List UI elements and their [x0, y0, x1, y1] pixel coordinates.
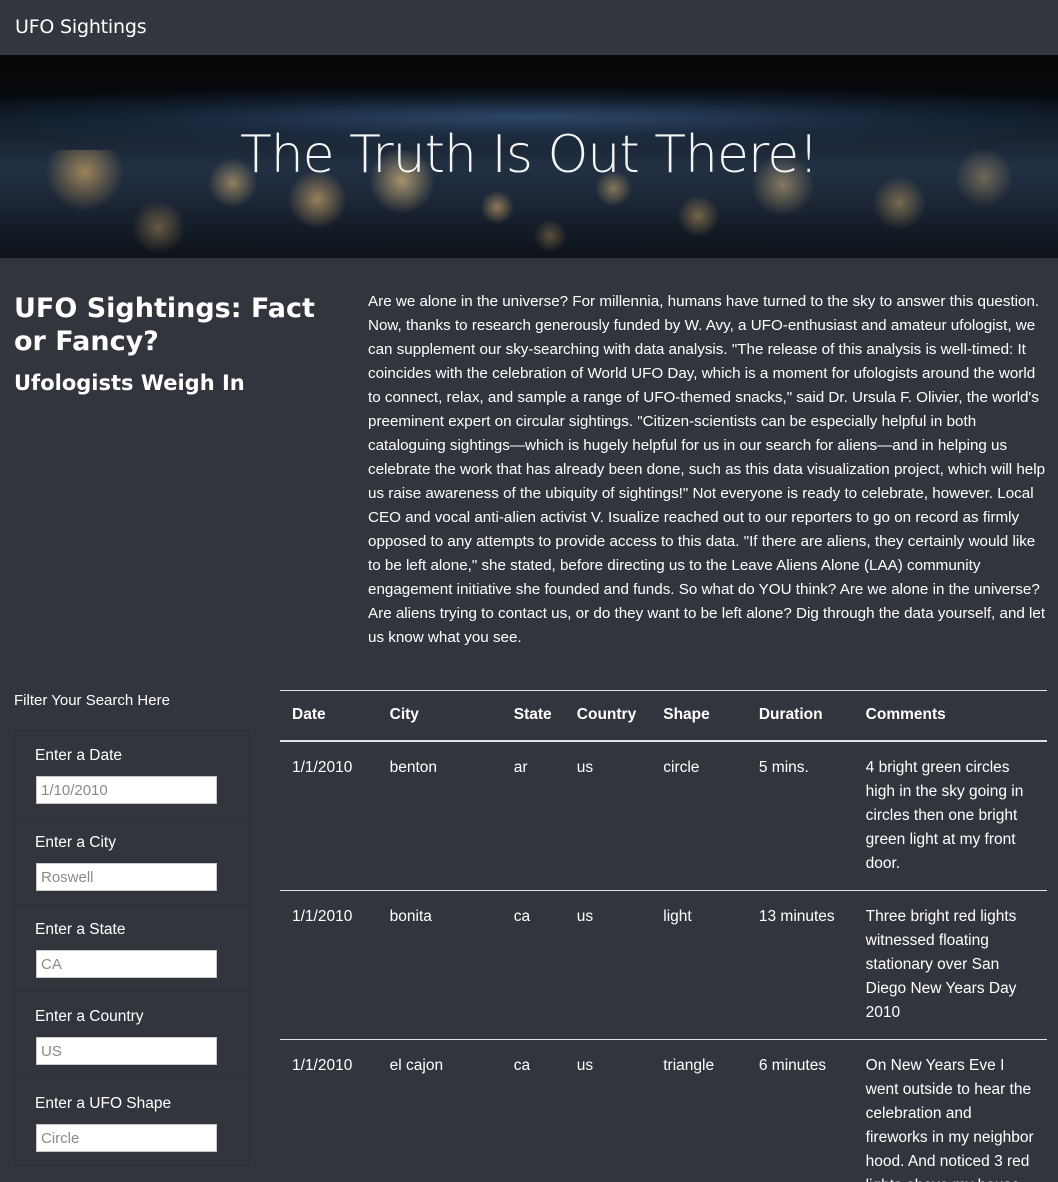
filter-title: Filter Your Search Here: [14, 692, 170, 709]
cell-state: ar: [501, 740, 565, 891]
filter-panel: Enter a Date Enter a City Enter a State …: [14, 730, 250, 1166]
cell-comments: On New Years Eve I went outside to hear …: [853, 1039, 1047, 1182]
sightings-table: Date City State Country Shape Duration C…: [280, 690, 1047, 1182]
cell-city: el cajon: [377, 1039, 502, 1182]
cell-shape: triangle: [651, 1039, 747, 1182]
cell-duration: 13 minutes: [746, 890, 854, 1040]
hero-banner: The Truth Is Out There!: [0, 55, 1058, 258]
cell-shape: circle: [651, 740, 747, 891]
filter-city-label: Enter a City: [35, 834, 116, 851]
cell-country: us: [564, 740, 652, 891]
cell-date: 1/1/2010: [280, 1039, 378, 1182]
table-row: 1/1/2010 benton ar us circle 5 mins. 4 b…: [280, 740, 1047, 891]
filter-shape: Enter a UFO Shape: [15, 1079, 249, 1166]
country-input[interactable]: [36, 1037, 217, 1065]
table-row: 1/1/2010 el cajon ca us triangle 6 minut…: [280, 1039, 1047, 1182]
city-input[interactable]: [36, 863, 217, 891]
header-comments: Comments: [853, 690, 1047, 742]
header-country: Country: [564, 690, 652, 742]
brand-link[interactable]: UFO Sightings: [15, 16, 147, 38]
cell-country: us: [564, 890, 652, 1040]
cell-duration: 6 minutes: [746, 1039, 854, 1182]
hero-title: The Truth Is Out There!: [239, 125, 819, 185]
header-shape: Shape: [651, 690, 747, 742]
cell-shape: light: [651, 890, 747, 1040]
header-duration: Duration: [746, 690, 854, 742]
filter-state: Enter a State: [15, 905, 249, 992]
cell-comments: 4 bright green circles high in the sky g…: [853, 740, 1047, 891]
cell-duration: 5 mins.: [746, 740, 854, 891]
article-subheadline: Ufologists Weigh In: [14, 371, 245, 395]
cell-city: benton: [377, 740, 502, 891]
sightings-table-container: Date City State Country Shape Duration C…: [280, 690, 1047, 1182]
date-input[interactable]: [36, 776, 217, 804]
cell-date: 1/1/2010: [280, 890, 378, 1040]
cell-country: us: [564, 1039, 652, 1182]
cell-city: bonita: [377, 890, 502, 1040]
cell-state: ca: [501, 1039, 565, 1182]
state-input[interactable]: [36, 950, 217, 978]
header-date: Date: [280, 690, 378, 742]
table-row: 1/1/2010 bonita ca us light 13 minutes T…: [280, 890, 1047, 1040]
cell-state: ca: [501, 890, 565, 1040]
header-city: City: [377, 690, 502, 742]
shape-input[interactable]: [36, 1124, 217, 1152]
navbar: UFO Sightings: [0, 0, 1058, 55]
article-body: Are we alone in the universe? For millen…: [368, 293, 1046, 646]
cell-date: 1/1/2010: [280, 740, 378, 891]
filter-shape-label: Enter a UFO Shape: [35, 1095, 172, 1112]
header-state: State: [501, 690, 565, 742]
filter-country: Enter a Country: [15, 992, 249, 1079]
filter-country-label: Enter a Country: [35, 1008, 144, 1025]
cell-comments: Three bright red lights witnessed floati…: [853, 890, 1047, 1040]
filter-date: Enter a Date: [15, 731, 249, 818]
article-headline: UFO Sightings: Fact or Fancy?: [14, 293, 315, 357]
table-header-row: Date City State Country Shape Duration C…: [280, 690, 1047, 742]
filter-date-label: Enter a Date: [35, 747, 123, 764]
filter-city: Enter a City: [15, 818, 249, 905]
filter-state-label: Enter a State: [35, 921, 126, 938]
